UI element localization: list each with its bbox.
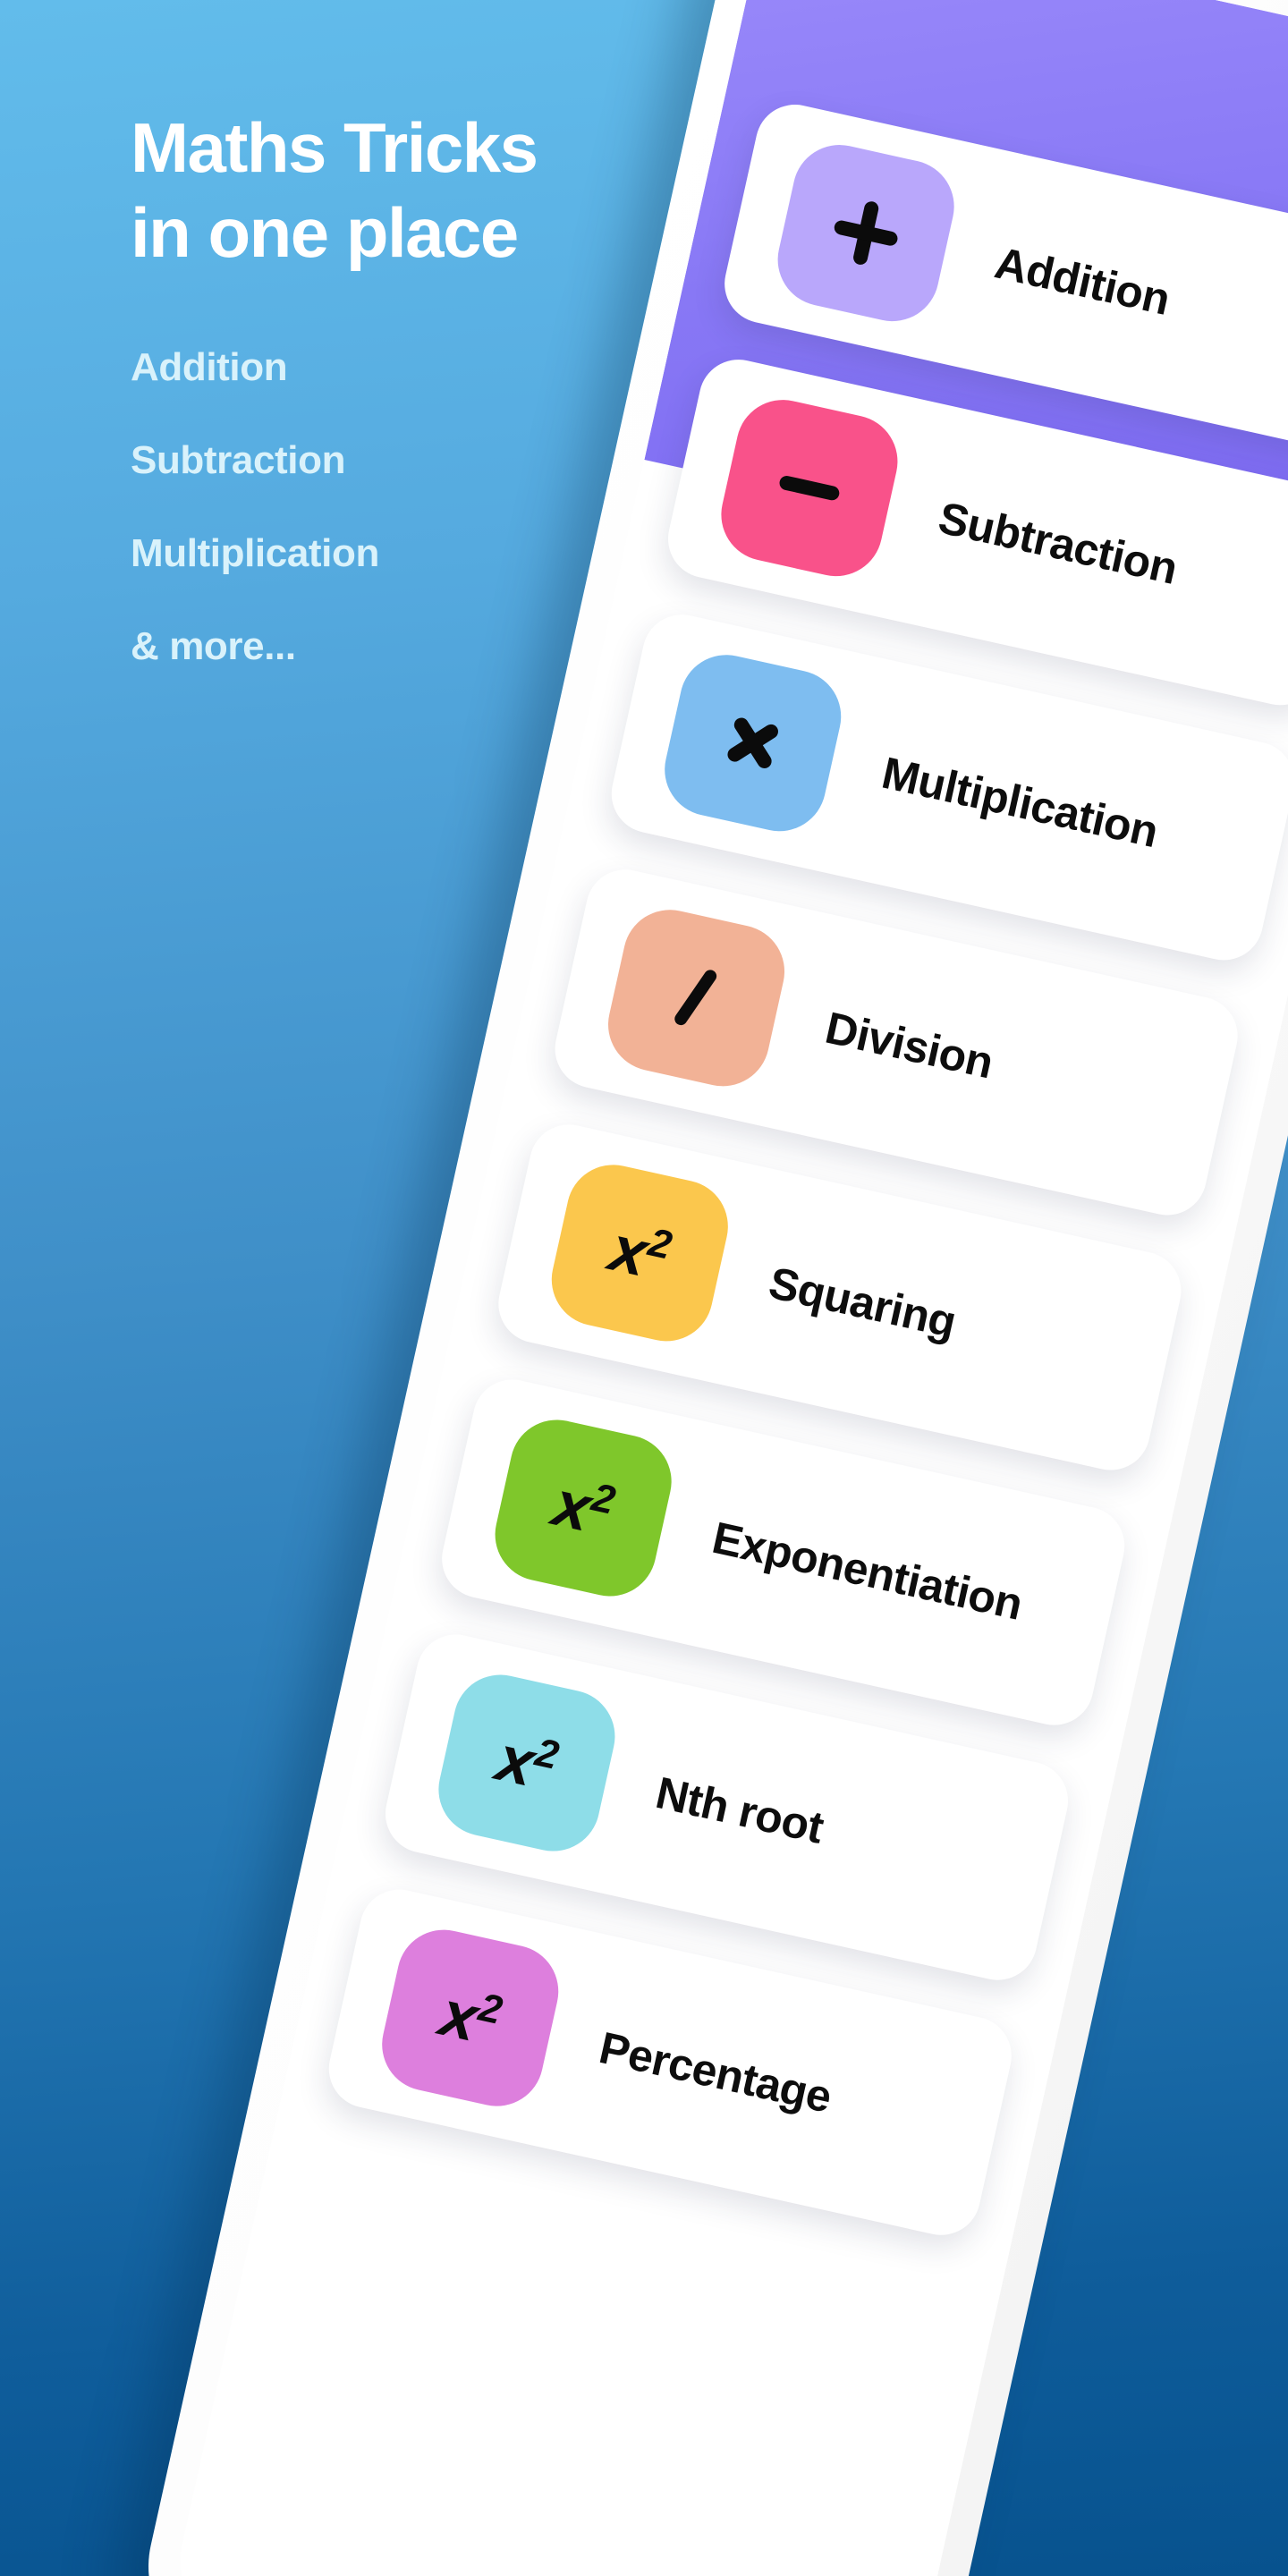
page-title: Maths Tricks in one place (131, 108, 538, 273)
x-squared-icon: x2 (486, 1411, 681, 1606)
feature-item-more: & more... (131, 624, 296, 669)
x-squared-icon: x2 (542, 1156, 737, 1351)
list-item-label: Percentage (595, 2022, 836, 2123)
list-item-label: Squaring (764, 1257, 961, 1348)
list-item-label: Addition (990, 237, 1174, 325)
promo-screenshot: Maths Tricks in one place Addition Subtr… (0, 0, 1288, 2576)
x-squared-glyph: x2 (547, 1467, 620, 1546)
x-squared-icon: x2 (429, 1665, 624, 1860)
list-item-label: Multiplication (877, 747, 1163, 858)
list-item-label: Nth root (651, 1767, 828, 1853)
list-item-label: Exponentiation (708, 1512, 1028, 1630)
plus-icon (768, 136, 963, 331)
feature-item-multiplication: Multiplication (131, 531, 379, 576)
list-item-label: Subtraction (934, 492, 1182, 594)
feature-item-subtraction: Subtraction (131, 438, 346, 483)
x-squared-glyph: x2 (603, 1212, 676, 1291)
feature-item-addition: Addition (131, 345, 288, 390)
x-squared-glyph: x2 (434, 1977, 506, 2055)
multiply-icon (656, 646, 851, 841)
x-squared-glyph: x2 (490, 1722, 564, 1801)
list-item-label: Division (820, 1002, 998, 1089)
x-squared-icon: x2 (373, 1920, 568, 2115)
promo-copy: Maths Tricks in one place Addition Subtr… (131, 106, 775, 669)
feature-list: Addition Subtraction Multiplication & mo… (131, 345, 775, 669)
divide-slash-icon (598, 901, 794, 1096)
